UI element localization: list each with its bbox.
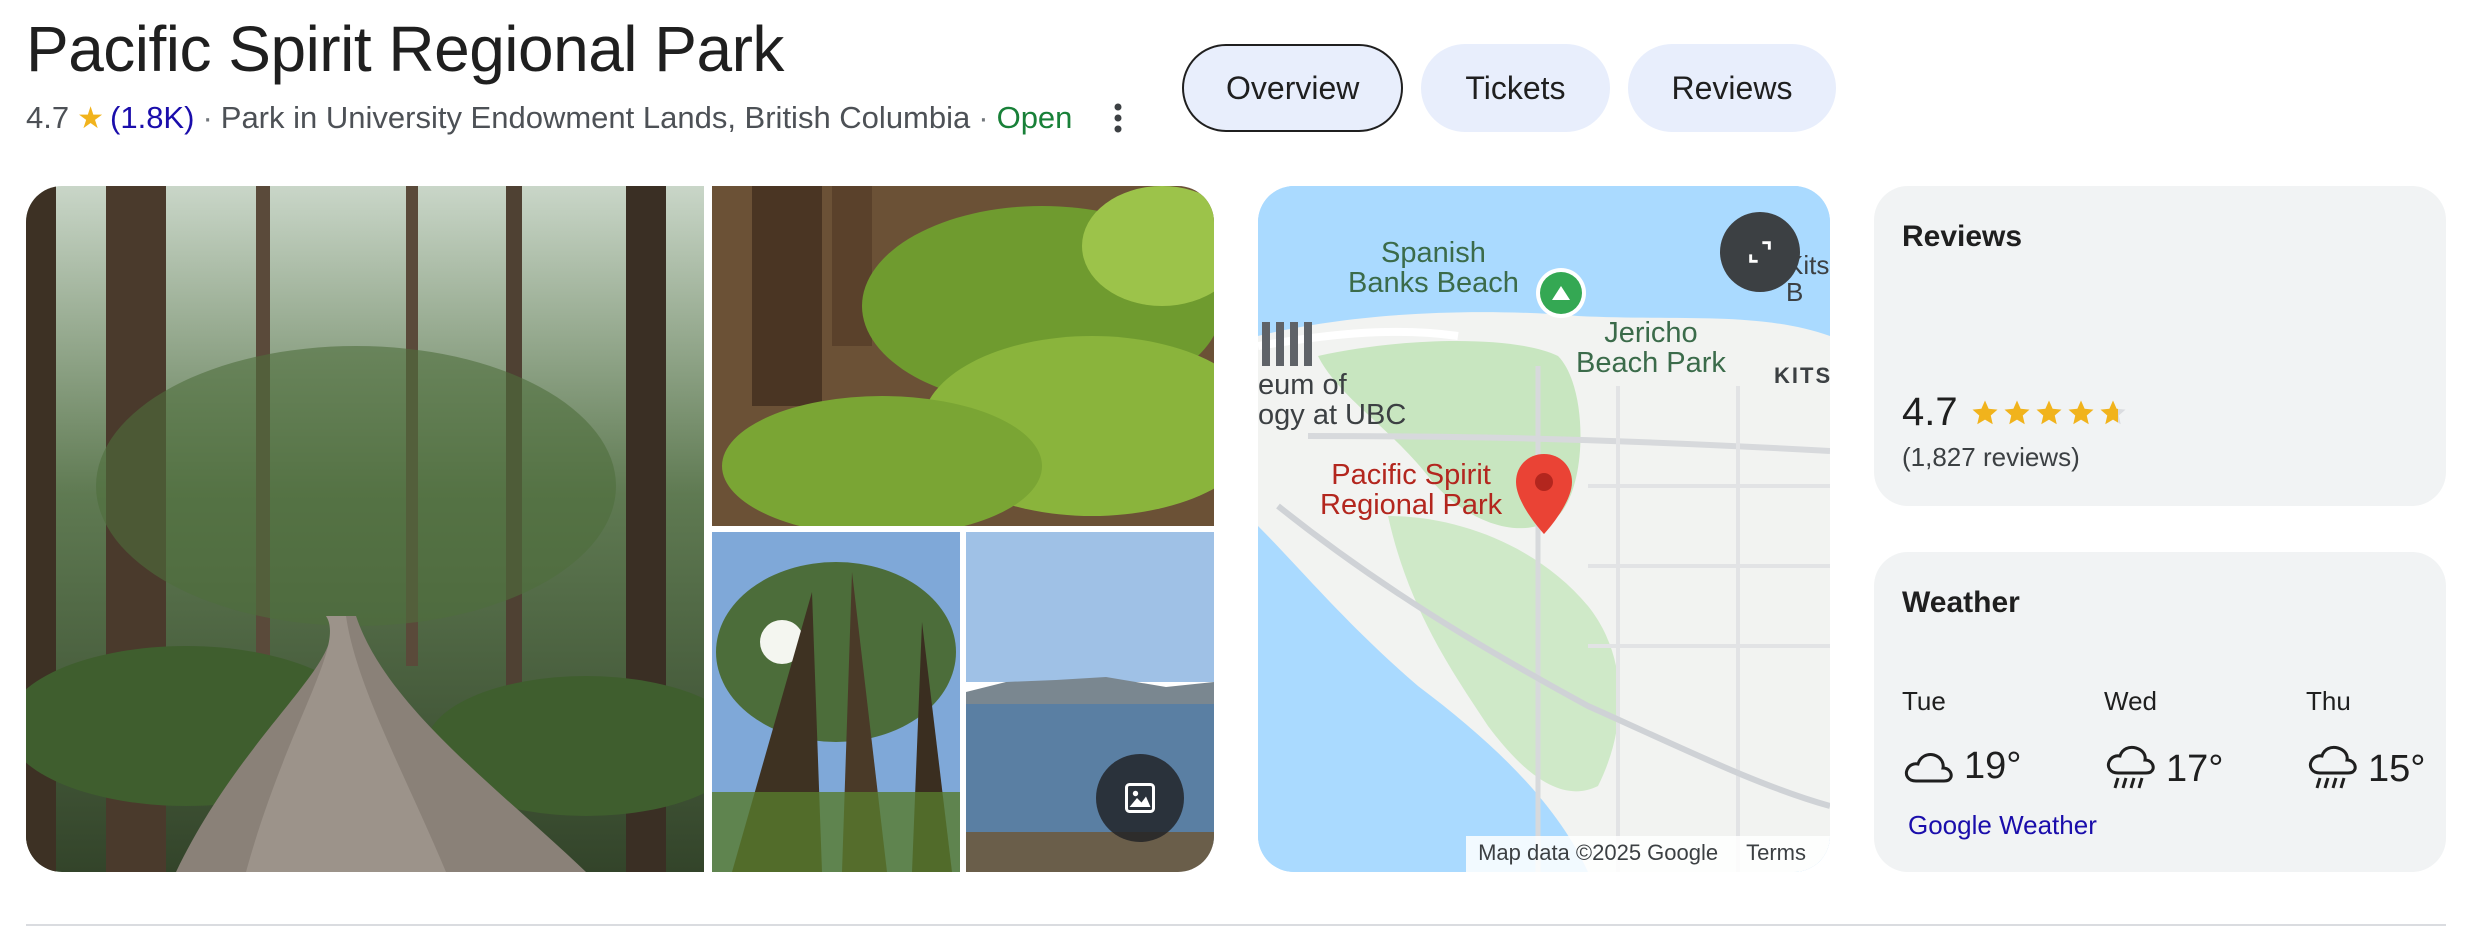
weather-day-label: Tue xyxy=(1902,686,1946,716)
map-label-spanish-banks: Spanish Banks Beach xyxy=(1348,237,1519,300)
section-divider xyxy=(26,924,2446,926)
map-label-museum: eum of ogy at UBC xyxy=(1258,369,1407,432)
google-weather-link[interactable]: Google Weather xyxy=(1908,810,2097,841)
star-icon xyxy=(2036,400,2062,424)
reviews-count: (1,827 reviews) xyxy=(1902,442,2080,472)
tall-trees-photo[interactable] xyxy=(712,532,960,872)
weather-temp: 17° xyxy=(2166,747,2224,790)
reviews-rating-value: 4.7 xyxy=(1902,390,1958,434)
place-category: Park in University Endowment Lands, Brit… xyxy=(220,100,971,135)
open-status: Open xyxy=(996,100,1073,135)
rating-value: 4.7 xyxy=(26,100,70,135)
tab-tickets[interactable]: Tickets xyxy=(1421,44,1610,132)
star-icon: ★ xyxy=(77,101,105,135)
forest-trail-photo[interactable] xyxy=(26,186,704,872)
weather-day-label: Thu xyxy=(2306,686,2351,716)
fern-photo[interactable] xyxy=(712,186,1214,526)
star-icon xyxy=(2068,400,2094,424)
star-icon xyxy=(2004,400,2030,424)
more-options-icon[interactable] xyxy=(1098,98,1138,138)
map-terms-link[interactable]: Terms xyxy=(1746,840,1806,866)
rain-icon xyxy=(2106,745,2155,789)
image-icon xyxy=(1125,783,1155,813)
map-label-park: Pacific Spirit Regional Park xyxy=(1320,459,1503,522)
star-icon xyxy=(1972,400,1998,424)
map-label-kits: KITS xyxy=(1774,363,1830,388)
place-summary: 4.7 ★ (1.8K) · Park in University Endowm… xyxy=(26,98,1138,138)
reviews-card[interactable]: Reviews 4.7 (1,827 reviews) xyxy=(1874,186,2446,506)
weather-day-wed: Wed 17° xyxy=(2104,686,2264,793)
rain-icon xyxy=(2308,745,2357,789)
expand-icon xyxy=(1749,241,1771,263)
tab-overview[interactable]: Overview xyxy=(1182,44,1404,132)
weather-temp: 15° xyxy=(2368,747,2426,790)
reviews-rating: 4.7 xyxy=(1902,390,2128,435)
weather-card: Weather Tue 19° Wed 17° Thu 15° Google W… xyxy=(1874,552,2446,872)
weather-day-thu: Thu 15° xyxy=(2306,686,2466,793)
weather-heading: Weather xyxy=(1902,586,2020,619)
tab-reviews[interactable]: Reviews xyxy=(1627,44,1837,132)
tab-bar: Overview Tickets Reviews xyxy=(1182,44,1837,132)
map-preview[interactable]: Spanish Banks Beach Jericho Beach Park K… xyxy=(1258,186,1830,872)
image-gallery-button[interactable] xyxy=(1096,754,1184,842)
separator: · xyxy=(202,100,213,135)
park-marker-icon xyxy=(1534,266,1588,325)
page-title: Pacific Spirit Regional Park xyxy=(26,13,784,85)
weather-day-label: Wed xyxy=(2104,686,2157,716)
weather-day-tue: Tue 19° xyxy=(1902,686,2062,788)
museum-icon xyxy=(1258,314,1314,379)
half-star-icon xyxy=(2100,400,2126,424)
location-pin-icon xyxy=(1514,452,1574,541)
reviews-heading: Reviews xyxy=(1902,220,2023,253)
photo-gallery xyxy=(26,186,1214,872)
star-rating xyxy=(1970,398,2128,428)
cloud-icon xyxy=(1904,752,1953,782)
map-attribution: Map data ©2025 Google Terms xyxy=(1466,836,1830,872)
map-data-text: Map data ©2025 Google xyxy=(1478,840,1719,865)
expand-map-button[interactable] xyxy=(1720,212,1800,292)
weather-temp: 19° xyxy=(1964,745,2022,787)
map-label-jericho: Jericho Beach Park xyxy=(1576,317,1726,380)
separator: · xyxy=(978,100,989,135)
review-count-link[interactable]: (1.8K) xyxy=(110,100,194,136)
